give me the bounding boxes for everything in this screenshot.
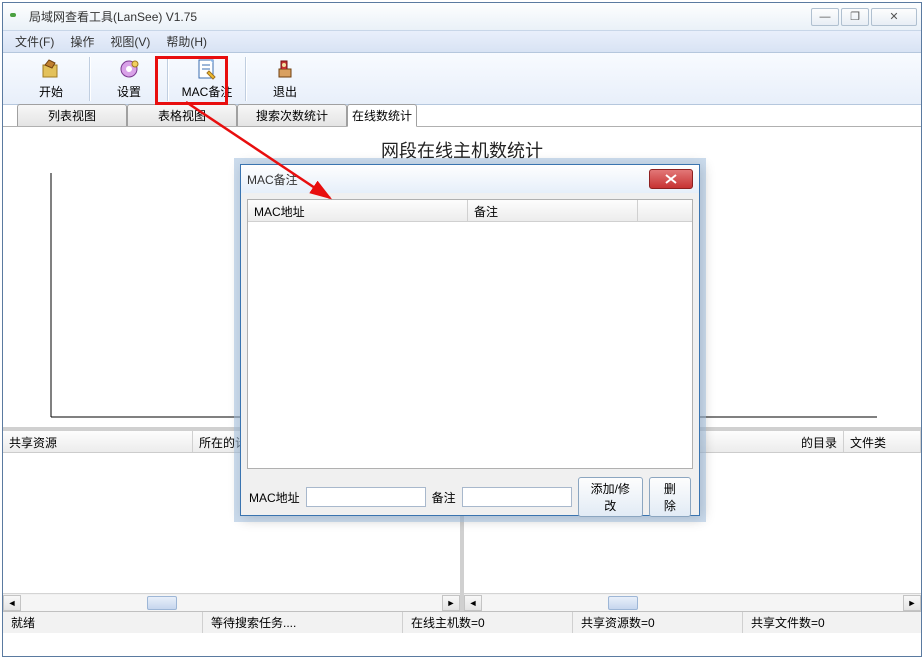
restore-button[interactable]: ❐	[841, 8, 869, 26]
dialog-list-header: MAC地址 备注	[248, 200, 692, 222]
toolbar-exit-label: 退出	[273, 83, 297, 100]
gear-icon	[117, 57, 141, 81]
titlebar: 局域网查看工具(LanSee) V1.75 — ❐ ✕	[3, 3, 921, 31]
scroll-left-icon[interactable]: ◄	[464, 595, 482, 611]
status-shared-res: 共享资源数=0	[573, 612, 743, 633]
toolbar-start[interactable]: 开始	[21, 55, 81, 103]
scroll-thumb[interactable]	[608, 596, 638, 610]
dialog-list: MAC地址 备注	[247, 199, 693, 469]
tab-grid-view[interactable]: 表格视图	[127, 104, 237, 126]
right-scrollbar[interactable]: ◄ ►	[464, 593, 921, 611]
status-online: 在线主机数=0	[403, 612, 573, 633]
toolbar-mac-note[interactable]: MAC备注	[177, 55, 237, 103]
dialog-titlebar[interactable]: MAC备注	[241, 165, 699, 193]
dialog-bottom-row: MAC地址 备注 添加/修改 删除	[247, 469, 693, 517]
window-controls: — ❐ ✕	[811, 8, 917, 26]
dialog-title: MAC备注	[247, 171, 649, 188]
scroll-thumb[interactable]	[147, 596, 177, 610]
dialog-col-note[interactable]: 备注	[468, 200, 638, 221]
left-col-1[interactable]: 共享资源	[3, 431, 193, 452]
toolbar-separator	[167, 57, 169, 101]
menubar: 文件(F) 操作 视图(V) 帮助(H)	[3, 31, 921, 53]
dialog-body: MAC地址 备注 MAC地址 备注 添加/修改 删除	[241, 193, 699, 523]
exit-icon	[273, 57, 297, 81]
toolbar-exit[interactable]: 退出	[255, 55, 315, 103]
toolbar-separator	[245, 57, 247, 101]
toolbar-separator	[89, 57, 91, 101]
dialog-col-blank[interactable]	[638, 200, 692, 221]
toolbar-settings-label: 设置	[117, 83, 141, 100]
status-waiting: 等待搜索任务....	[203, 612, 403, 633]
scroll-right-icon[interactable]: ►	[442, 595, 460, 611]
label-note: 备注	[432, 489, 456, 506]
menu-operate[interactable]: 操作	[62, 31, 102, 52]
tab-list-view[interactable]: 列表视图	[17, 104, 127, 126]
menu-file[interactable]: 文件(F)	[7, 31, 62, 52]
add-modify-button[interactable]: 添加/修改	[578, 477, 643, 517]
scroll-right-icon[interactable]: ►	[903, 595, 921, 611]
scroll-track[interactable]	[21, 595, 442, 611]
close-icon	[665, 174, 677, 184]
delete-button[interactable]: 删除	[649, 477, 691, 517]
start-icon	[39, 57, 63, 81]
mac-input[interactable]	[306, 487, 426, 507]
scroll-track[interactable]	[482, 595, 903, 611]
tab-online-stats[interactable]: 在线数统计	[347, 104, 417, 127]
menu-view[interactable]: 视图(V)	[102, 31, 158, 52]
scroll-left-icon[interactable]: ◄	[3, 595, 21, 611]
tabs-row: 列表视图 表格视图 搜索次数统计 在线数统计	[3, 105, 921, 127]
note-input[interactable]	[462, 487, 572, 507]
window-title: 局域网查看工具(LanSee) V1.75	[29, 8, 811, 25]
right-col-2[interactable]: 文件类	[844, 431, 921, 452]
mac-note-dialog: MAC备注 MAC地址 备注 MAC地址 备注 添加/修改 删除	[240, 164, 700, 516]
left-scrollbar[interactable]: ◄ ►	[3, 593, 460, 611]
close-button[interactable]: ✕	[871, 8, 917, 26]
label-mac: MAC地址	[249, 489, 300, 506]
minimize-button[interactable]: —	[811, 8, 839, 26]
app-icon	[7, 9, 23, 25]
toolbar-start-label: 开始	[39, 83, 63, 100]
statusbar: 就绪 等待搜索任务.... 在线主机数=0 共享资源数=0 共享文件数=0	[3, 611, 921, 633]
dialog-col-mac[interactable]: MAC地址	[248, 200, 468, 221]
toolbar-settings[interactable]: 设置	[99, 55, 159, 103]
dialog-close-button[interactable]	[649, 169, 693, 189]
toolbar-mac-note-label: MAC备注	[182, 83, 233, 100]
tab-search-stats[interactable]: 搜索次数统计	[237, 104, 347, 126]
menu-help[interactable]: 帮助(H)	[158, 31, 215, 52]
note-icon	[195, 57, 219, 81]
status-ready: 就绪	[3, 612, 203, 633]
toolbar: 开始 设置 MAC备注 退出	[3, 53, 921, 105]
status-shared-files: 共享文件数=0	[743, 612, 921, 633]
